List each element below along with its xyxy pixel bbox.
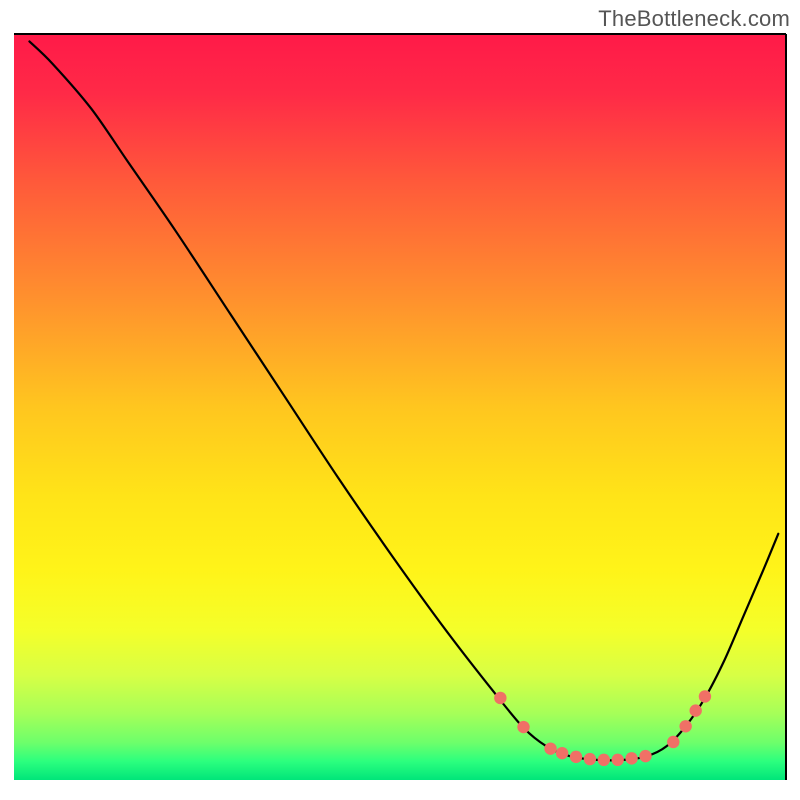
highlight-dot (556, 747, 568, 759)
highlight-dot (699, 690, 711, 702)
highlight-dot (667, 736, 679, 748)
highlight-dot (598, 754, 610, 766)
highlight-dot (584, 753, 596, 765)
highlight-dot (625, 752, 637, 764)
gradient-background (14, 34, 786, 780)
highlight-dot (494, 692, 506, 704)
highlight-dot (689, 704, 701, 716)
watermark-text: TheBottleneck.com (598, 6, 790, 32)
highlight-dot (544, 742, 556, 754)
highlight-dot (639, 750, 651, 762)
highlight-dot (570, 751, 582, 763)
highlight-dot (679, 720, 691, 732)
highlight-dot (612, 754, 624, 766)
bottleneck-chart (0, 0, 800, 800)
highlight-dot (517, 721, 529, 733)
chart-container: TheBottleneck.com (0, 0, 800, 800)
